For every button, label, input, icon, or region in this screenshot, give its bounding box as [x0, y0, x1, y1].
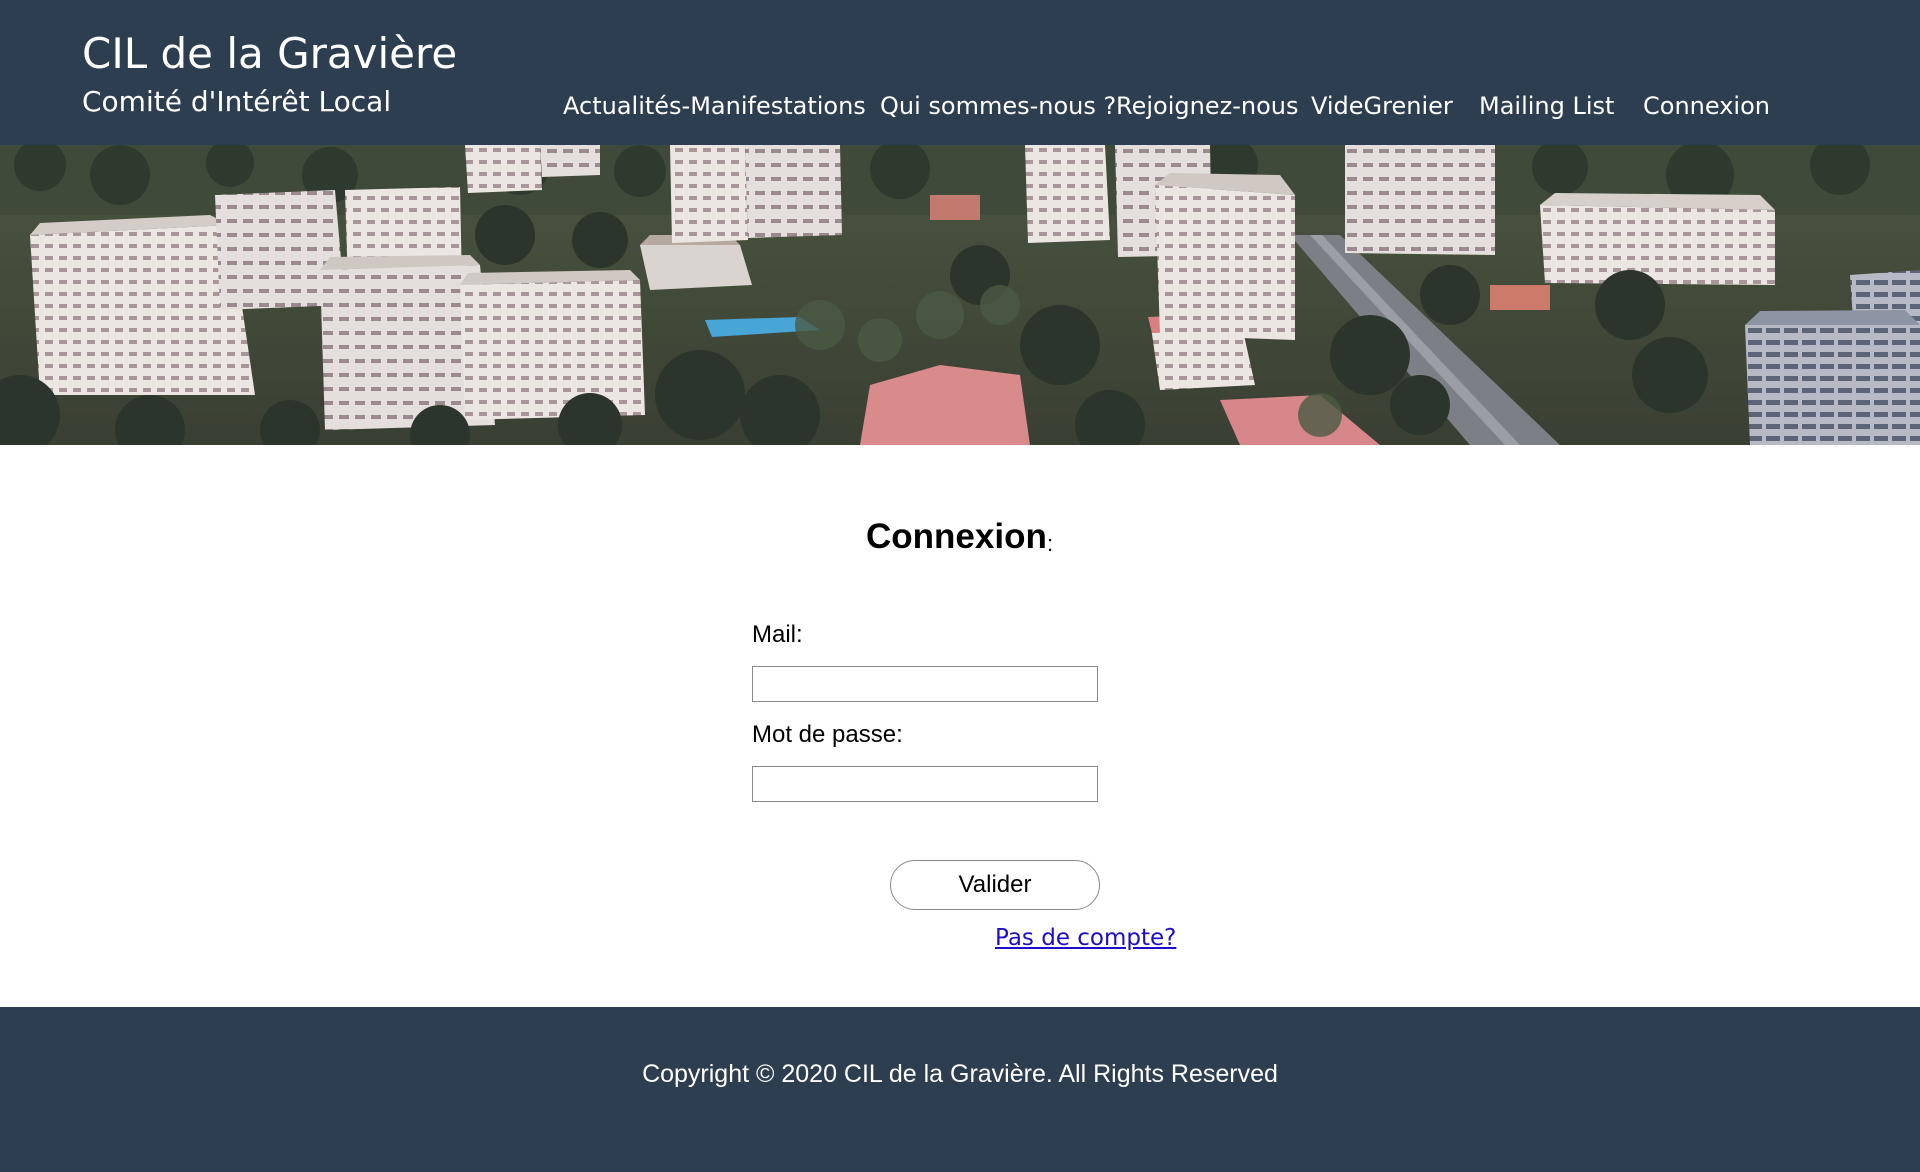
password-label: Mot de passe:	[752, 721, 903, 748]
password-field[interactable]	[752, 766, 1098, 802]
page-title-colon: :	[1047, 531, 1054, 556]
site-title[interactable]: CIL de la Gravière	[82, 26, 457, 82]
nav-item-mailing-list[interactable]: Mailing List	[1479, 90, 1614, 122]
site-header: CIL de la Gravière Comité d'Intérêt Loca…	[0, 0, 1920, 145]
mail-field[interactable]	[752, 666, 1098, 702]
login-section: Connexion : Mail: Mot de passe: Valider …	[0, 445, 1920, 1007]
hero-banner-image	[0, 145, 1920, 446]
mail-label: Mail:	[752, 621, 803, 648]
aerial-city-view	[0, 145, 1920, 445]
copyright-text: Copyright © 2020 CIL de la Gravière. All…	[642, 1060, 1278, 1088]
submit-button[interactable]: Valider	[890, 860, 1100, 910]
nav-item-rejoignez-nous[interactable]: Rejoignez-nous	[1116, 90, 1298, 122]
nav-item-connexion[interactable]: Connexion	[1643, 90, 1770, 122]
nav-item-videgrenier[interactable]: VideGrenier	[1311, 90, 1453, 122]
register-link[interactable]: Pas de compte?	[995, 923, 1176, 953]
site-subtitle: Comité d'Intérêt Local	[82, 85, 392, 118]
nav-item-actualites[interactable]: Actualités-Manifestations	[563, 90, 866, 122]
nav-item-qui-sommes-nous[interactable]: Qui sommes-nous ?	[880, 90, 1116, 122]
page-title: Connexion	[866, 517, 1047, 556]
site-footer: Copyright © 2020 CIL de la Gravière. All…	[0, 1007, 1920, 1172]
